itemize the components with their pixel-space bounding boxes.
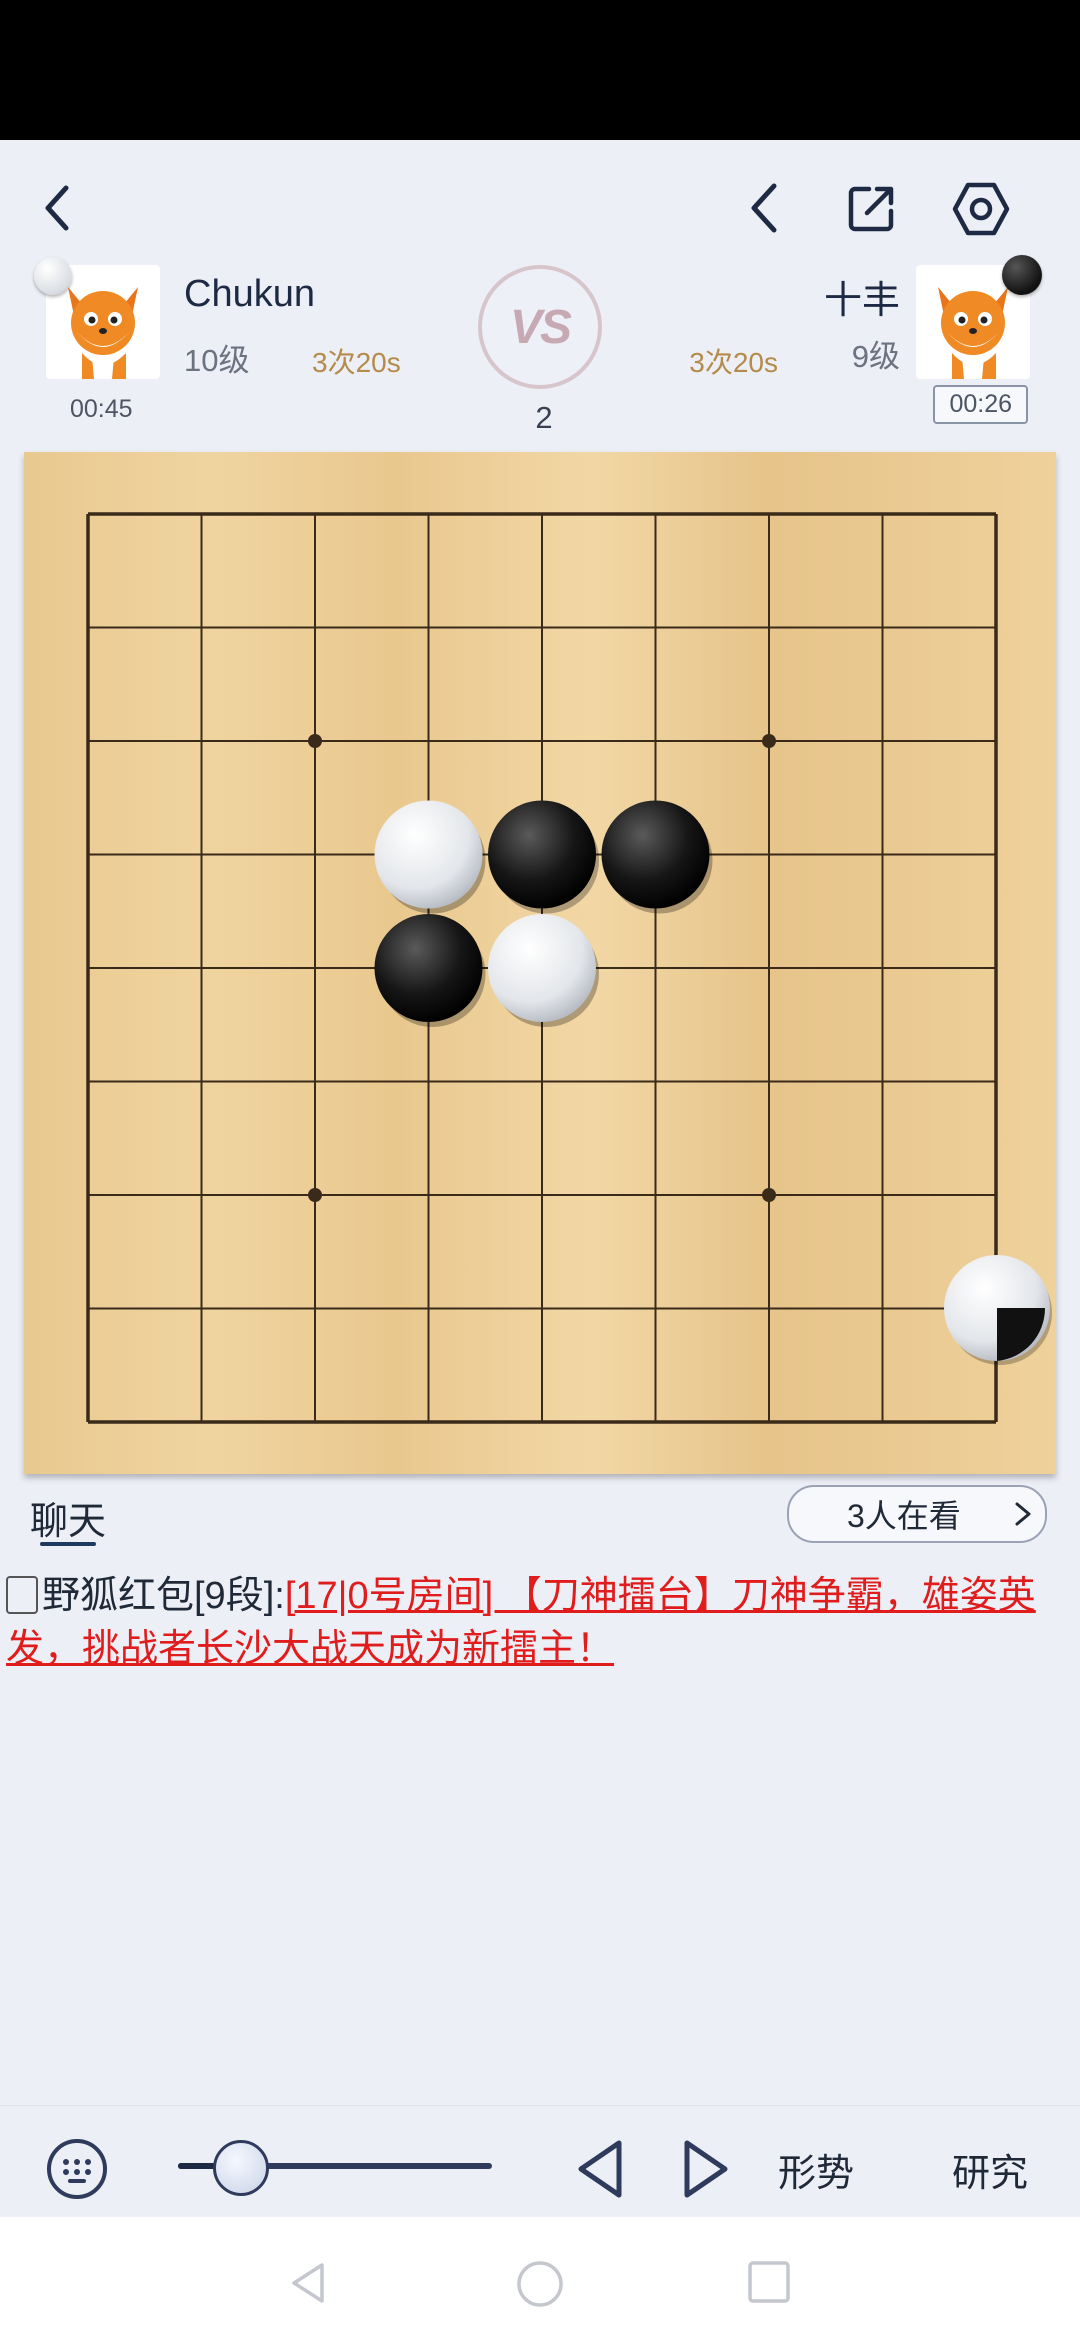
- undo-icon[interactable]: [736, 178, 792, 238]
- research-button[interactable]: 研究: [952, 2142, 1028, 2197]
- star-point: [308, 734, 322, 748]
- keyboard-icon[interactable]: [44, 2136, 110, 2202]
- back-icon[interactable]: [30, 180, 86, 236]
- player-right-clock: 00:26: [933, 385, 1028, 424]
- player-right-byoyomi: 3次20s: [689, 347, 778, 378]
- black-stone[interactable]: [488, 800, 596, 909]
- player-right-name: 十丰: [823, 280, 900, 322]
- bottom-toolbar: 形势 研究: [0, 2105, 1080, 2218]
- black-stone[interactable]: [601, 800, 710, 909]
- player-left-level: 10级: [184, 343, 250, 378]
- star-point: [762, 1188, 776, 1202]
- player-right-panel: 十丰 9级 3次20s 00:26: [600, 255, 1080, 435]
- player-left-name: Chukun: [184, 273, 315, 315]
- system-nav-bar: [0, 2217, 1080, 2340]
- player-left-clock: 00:45: [70, 395, 133, 423]
- board-grid[interactable]: [24, 452, 1056, 1474]
- nav-recents-icon[interactable]: [746, 2259, 792, 2305]
- vs-badge: VS: [478, 265, 602, 389]
- tab-chat[interactable]: 聊天: [30, 1490, 106, 1545]
- player-left-panel: Chukun 10级 3次20s 00:45: [0, 255, 480, 435]
- status-bar: [0, 0, 1080, 140]
- player-right-level: 9级: [851, 339, 900, 374]
- watchers-label: 3人在看: [847, 1498, 961, 1534]
- move-number: 2: [535, 400, 553, 435]
- share-icon[interactable]: [842, 178, 902, 238]
- player-left-stone-indicator: [34, 257, 72, 295]
- nav-back-icon[interactable]: [288, 2259, 328, 2307]
- go-board[interactable]: [24, 452, 1056, 1474]
- white-stone[interactable]: [488, 914, 596, 1022]
- checkbox-icon[interactable]: [6, 1576, 38, 1614]
- star-point: [308, 1188, 322, 1202]
- prev-move-icon[interactable]: [568, 2136, 634, 2202]
- watchers-button[interactable]: 3人在看: [787, 1485, 1047, 1543]
- star-point: [762, 734, 776, 748]
- move-slider-thumb[interactable]: [212, 2140, 269, 2196]
- chevron-right-icon: [1015, 1502, 1031, 1526]
- black-stone[interactable]: [374, 914, 483, 1022]
- next-move-icon[interactable]: [672, 2136, 738, 2202]
- player-left-byoyomi: 3次20s: [312, 347, 401, 378]
- nav-home-icon[interactable]: [515, 2259, 565, 2309]
- white-stone[interactable]: [374, 800, 483, 909]
- player-right-stone-indicator: [1002, 255, 1042, 295]
- chat-sender: 野狐红包[9段]:: [42, 1575, 285, 1617]
- tab-chat-underline: [40, 1542, 96, 1546]
- situation-button[interactable]: 形势: [778, 2142, 854, 2197]
- settings-icon[interactable]: [950, 178, 1012, 240]
- top-navigation: [0, 140, 1080, 270]
- chat-message: 野狐红包[9段]:[17|0号房间] 【刀神擂台】刀神争霸，雄姿英发，挑战者长沙…: [6, 1570, 1066, 1676]
